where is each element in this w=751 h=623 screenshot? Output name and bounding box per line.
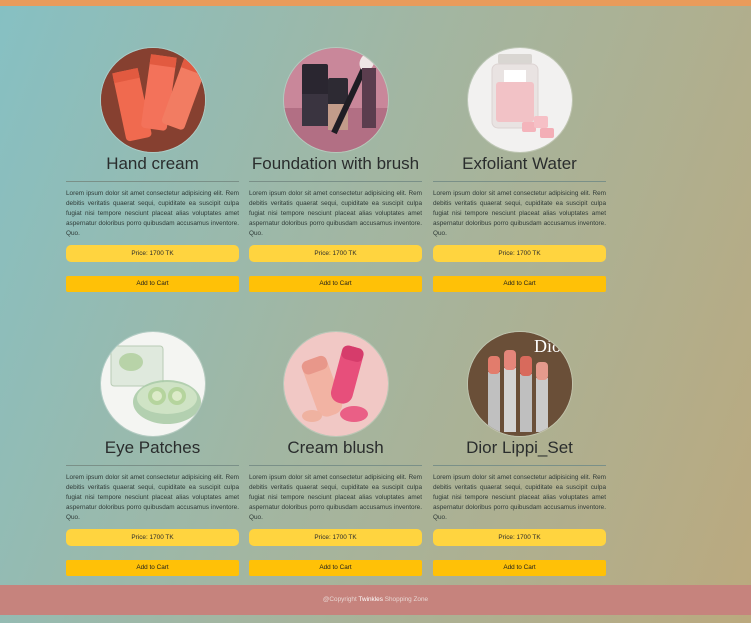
add-to-cart-button[interactable]: Add to Cart bbox=[66, 276, 239, 292]
footer-brand: Twinkles bbox=[358, 596, 383, 603]
product-name: Foundation with brush bbox=[251, 154, 420, 173]
product-description: Lorem ipsum dolor sit amet consectetur a… bbox=[433, 474, 606, 521]
product-card: Cream blush Lorem ipsum dolor sit amet c… bbox=[249, 332, 422, 576]
add-to-cart-button[interactable]: Add to Cart bbox=[433, 276, 606, 292]
divider bbox=[66, 181, 239, 182]
divider bbox=[249, 181, 422, 182]
product-card: Dio Dior Lippi_Set Lorem ipsum dolor sit… bbox=[433, 332, 606, 576]
divider bbox=[249, 465, 422, 466]
product-card: Exfoliant Water Lorem ipsum dolor sit am… bbox=[433, 48, 606, 292]
eye-patches-image bbox=[100, 332, 205, 436]
lipstick-set-image: Dio bbox=[467, 332, 572, 436]
price-button[interactable]: Price: 1700 TK bbox=[249, 529, 422, 546]
product-name: Dior Lippi_Set bbox=[466, 438, 573, 457]
price-button[interactable]: Price: 1700 TK bbox=[249, 245, 422, 262]
exfoliant-jar-image bbox=[467, 48, 572, 152]
price-button[interactable]: Price: 1700 TK bbox=[66, 245, 239, 262]
divider bbox=[433, 465, 606, 466]
product-name: Exfoliant Water bbox=[462, 154, 577, 173]
product-card: Foundation with brush Lorem ipsum dolor … bbox=[249, 48, 422, 292]
product-name: Hand cream bbox=[106, 154, 199, 173]
add-to-cart-button[interactable]: Add to Cart bbox=[433, 560, 606, 576]
product-description: Lorem ipsum dolor sit amet consectetur a… bbox=[66, 474, 239, 521]
product-description: Lorem ipsum dolor sit amet consectetur a… bbox=[433, 190, 606, 237]
price-button[interactable]: Price: 1700 TK bbox=[433, 529, 606, 546]
product-name: Cream blush bbox=[287, 438, 384, 457]
footer-suffix: Shopping Zone bbox=[382, 596, 429, 603]
top-accent-bar bbox=[0, 0, 751, 6]
product-card: Eye Patches Lorem ipsum dolor sit amet c… bbox=[66, 332, 239, 576]
price-button[interactable]: Price: 1700 TK bbox=[66, 529, 239, 546]
add-to-cart-button[interactable]: Add to Cart bbox=[66, 560, 239, 576]
dior-logo-text: Dio bbox=[534, 336, 561, 356]
foundation-brush-image bbox=[283, 48, 388, 152]
product-name: Eye Patches bbox=[104, 438, 201, 457]
product-card: Hand cream Lorem ipsum dolor sit amet co… bbox=[66, 48, 239, 292]
divider bbox=[433, 181, 606, 182]
footer-prefix: @Copyright bbox=[322, 596, 359, 603]
cream-blush-image bbox=[283, 332, 388, 436]
add-to-cart-button[interactable]: Add to Cart bbox=[249, 560, 422, 576]
footer: @Copyright Twinkles Shopping Zone bbox=[0, 585, 751, 615]
hand-cream-image bbox=[100, 48, 205, 152]
product-description: Lorem ipsum dolor sit amet consectetur a… bbox=[66, 190, 239, 237]
product-description: Lorem ipsum dolor sit amet consectetur a… bbox=[249, 190, 422, 237]
divider bbox=[66, 465, 239, 466]
price-button[interactable]: Price: 1700 TK bbox=[433, 245, 606, 262]
product-description: Lorem ipsum dolor sit amet consectetur a… bbox=[249, 474, 422, 521]
add-to-cart-button[interactable]: Add to Cart bbox=[249, 276, 422, 292]
